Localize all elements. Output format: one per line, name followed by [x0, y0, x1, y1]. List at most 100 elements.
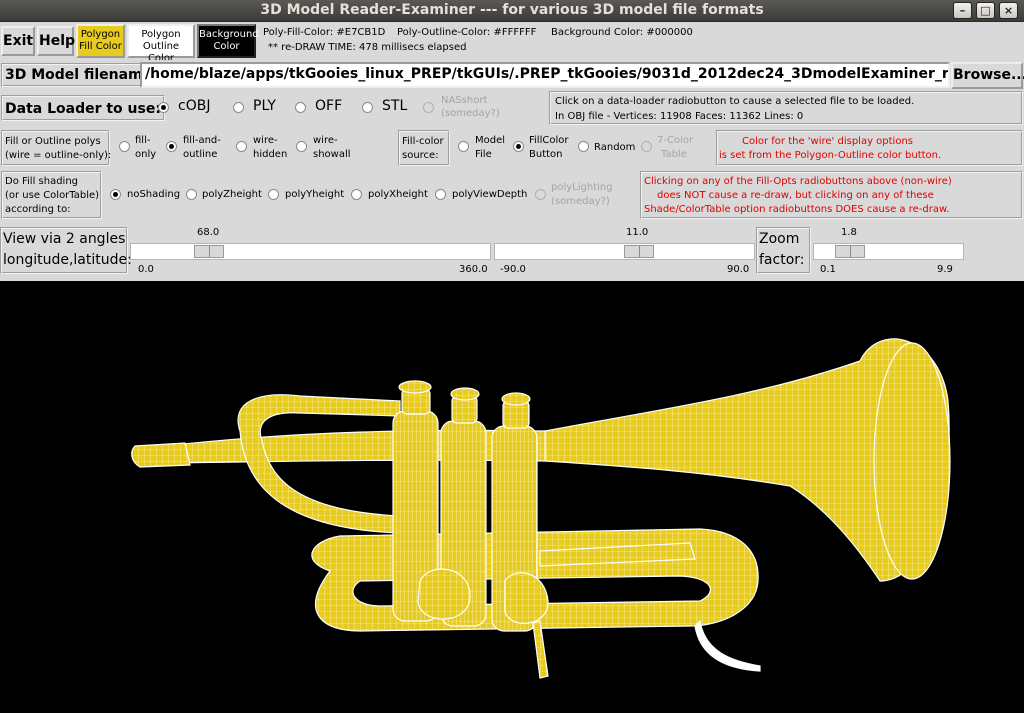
fill-color-info: Poly-Fill-Color: #E7CB1D: [263, 27, 386, 38]
loader-radio-stl[interactable]: [362, 102, 373, 113]
shading-label-3: according to:: [5, 204, 71, 215]
fill-options-row: Fill or Outline polys (wire = outline-on…: [0, 127, 1024, 169]
shade-radio-polyyheight[interactable]: [268, 189, 279, 200]
shading-note-1: Clicking on any of the Fill-Opts radiobu…: [644, 176, 952, 187]
view-label-2: longitude,latitude:: [3, 252, 132, 268]
fill-radio-wire-showall[interactable]: [296, 141, 307, 152]
background-color-button[interactable]: Background Color: [197, 24, 259, 58]
loader-label-off[interactable]: OFF: [315, 99, 342, 113]
loader-radio-off[interactable]: [295, 102, 306, 113]
loader-radio-cobj[interactable]: [158, 102, 169, 113]
shade-opt-noshading[interactable]: noShading: [127, 188, 180, 201]
fill-opt2-a[interactable]: fill-and-: [183, 134, 221, 147]
fill-options-label-2: (wire = outline-only):: [5, 150, 112, 161]
zoom-slider-handle[interactable]: [835, 245, 865, 258]
shade-radio-polylighting[interactable]: [535, 189, 546, 200]
maximize-button[interactable]: □: [976, 2, 995, 19]
outline-btn-line1: Polygon: [141, 29, 181, 40]
loader-label-stl[interactable]: STL: [382, 99, 407, 113]
fill-opt2-b[interactable]: outline: [183, 148, 217, 161]
wire-color-note-box: Color for the 'wire' display options is …: [716, 130, 1023, 166]
source-radio-model-file[interactable]: [458, 141, 469, 152]
source-radio-7color-table[interactable]: [641, 141, 652, 152]
title-bar: 3D Model Reader-Examiner --- for various…: [0, 0, 1024, 22]
shading-note-3: Shade/ColorTable option radiobuttons DOE…: [644, 204, 950, 215]
source-opt2-b[interactable]: Button: [529, 148, 563, 161]
filename-entry[interactable]: /home/blaze/apps/tkGooies_linux_PREP/tkG…: [140, 62, 950, 88]
zoom-label-2: factor:: [759, 252, 805, 268]
polygon-fill-color-button[interactable]: Polygon Fill Color: [76, 24, 125, 58]
view-label-box: View via 2 angles longitude,latitude:: [0, 227, 132, 274]
polygon-outline-color-button[interactable]: Polygon Outline Color: [127, 24, 195, 64]
source-radio-fillcolor-button[interactable]: [513, 141, 524, 152]
window-title: 3D Model Reader-Examiner --- for various…: [260, 2, 764, 18]
fill-btn-line1: Polygon: [80, 29, 121, 40]
shade-radio-polyviewdepth[interactable]: [435, 189, 446, 200]
latitude-slider-handle[interactable]: [624, 245, 654, 258]
fill-opt3-b[interactable]: hidden: [253, 148, 287, 161]
filename-label: 3D Model filename:: [1, 63, 162, 87]
shade-opt-polyviewdepth[interactable]: polyViewDepth: [452, 188, 527, 201]
source-opt4-b: Table: [661, 149, 687, 160]
loader-info-box: Click on a data-loader radiobutton to ca…: [549, 91, 1023, 125]
toolbar-row: Exit Help Polygon Fill Color Polygon Out…: [0, 22, 1024, 64]
longitude-max: 360.0: [459, 264, 488, 275]
zoom-min: 0.1: [820, 264, 836, 275]
loader-radio-nasshort[interactable]: [423, 102, 434, 113]
source-opt1-a[interactable]: Model: [475, 134, 505, 147]
zoom-label-box: Zoom factor:: [756, 227, 811, 274]
source-opt4-a: 7-Color: [657, 135, 694, 146]
latitude-value: 11.0: [626, 227, 649, 238]
fill-btn-line2: Fill Color: [79, 41, 122, 52]
zoom-slider[interactable]: [813, 243, 964, 260]
fill-opt4-b[interactable]: showall: [313, 148, 351, 161]
loader-info-line2: In OBJ file - Vertices: 11908 Faces: 113…: [555, 111, 804, 122]
source-opt2-a[interactable]: FillColor: [529, 134, 568, 147]
longitude-slider-handle[interactable]: [194, 245, 224, 258]
longitude-slider[interactable]: [130, 243, 491, 260]
loader-label-ply[interactable]: PLY: [253, 99, 276, 113]
exit-button[interactable]: Exit: [1, 26, 35, 56]
shade-opt-polylighting-b: (someday?): [551, 196, 610, 207]
shade-opt-polyyheight[interactable]: polyYheight: [285, 188, 344, 201]
browse-button[interactable]: Browse...: [951, 62, 1024, 89]
close-button[interactable]: ×: [999, 2, 1018, 19]
loader-radio-ply[interactable]: [233, 102, 244, 113]
zoom-label-1: Zoom: [759, 231, 800, 247]
shade-radio-noshading[interactable]: [110, 189, 121, 200]
shade-radio-polyzheight[interactable]: [186, 189, 197, 200]
fill-opt3-a[interactable]: wire-: [253, 134, 278, 147]
source-opt3[interactable]: Random: [594, 141, 635, 154]
latitude-slider[interactable]: [494, 243, 755, 260]
shading-row: Do Fill shading (or use ColorTable) acco…: [0, 169, 1024, 221]
shade-opt-polyzheight[interactable]: polyZheight: [202, 188, 262, 201]
loader-label-nasshort-1: NASshort: [441, 95, 488, 106]
zoom-value: 1.8: [841, 227, 857, 238]
shading-note-2: does NOT cause a re-draw, but clicking o…: [657, 190, 934, 201]
shading-label-1: Do Fill shading: [5, 176, 79, 187]
loader-label-nasshort-2: (someday?): [441, 108, 500, 119]
fill-opt1-b[interactable]: only: [135, 148, 156, 161]
shade-radio-polyxheight[interactable]: [351, 189, 362, 200]
fill-source-label-2: source:: [402, 150, 439, 161]
longitude-value: 68.0: [197, 227, 220, 238]
minimize-button[interactable]: –: [953, 2, 972, 19]
loader-label-cobj[interactable]: cOBJ: [178, 99, 210, 113]
help-button[interactable]: Help: [37, 26, 75, 56]
fill-opt4-a[interactable]: wire-: [313, 134, 338, 147]
view-label-1: View via 2 angles: [3, 231, 126, 247]
shade-opt-polyxheight[interactable]: polyXheight: [368, 188, 428, 201]
model-canvas[interactable]: [0, 281, 1024, 713]
source-radio-random[interactable]: [578, 141, 589, 152]
loader-info-line1: Click on a data-loader radiobutton to ca…: [555, 96, 915, 107]
source-opt1-b[interactable]: File: [475, 148, 492, 161]
fill-radio-wire-hidden[interactable]: [236, 141, 247, 152]
fill-opt1-a[interactable]: fill-: [135, 134, 150, 147]
fill-options-label-1: Fill or Outline polys: [5, 136, 101, 147]
wire-color-note-1: Color for the 'wire' display options: [742, 136, 914, 147]
cornet-model-render: [131, 338, 951, 679]
loader-label: Data Loader to use:: [1, 95, 165, 121]
fill-radio-fill-and-outline[interactable]: [166, 141, 177, 152]
fill-radio-fill-only[interactable]: [119, 141, 130, 152]
longitude-min: 0.0: [138, 264, 154, 275]
